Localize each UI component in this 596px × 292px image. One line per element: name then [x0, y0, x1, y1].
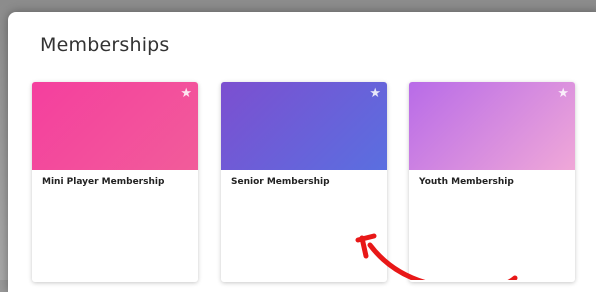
panel-title: Memberships [40, 34, 170, 56]
card-name: Youth Membership [419, 177, 514, 187]
star-icon[interactable]: ★ [369, 87, 381, 100]
star-icon[interactable]: ★ [180, 87, 192, 100]
card-name: Senior Membership [231, 177, 330, 187]
star-icon[interactable]: ★ [557, 87, 569, 100]
membership-card-youth[interactable]: ★ Youth Membership [409, 82, 575, 282]
card-banner: ★ [32, 82, 198, 170]
card-banner: ★ [409, 82, 575, 170]
card-banner: ★ [221, 82, 387, 170]
membership-card-mini-player[interactable]: ★ Mini Player Membership [32, 82, 198, 282]
membership-card-senior[interactable]: ★ Senior Membership [221, 82, 387, 282]
card-name: Mini Player Membership [42, 177, 165, 187]
memberships-panel: Memberships ★ Mini Player Membership ★ S… [8, 12, 596, 292]
